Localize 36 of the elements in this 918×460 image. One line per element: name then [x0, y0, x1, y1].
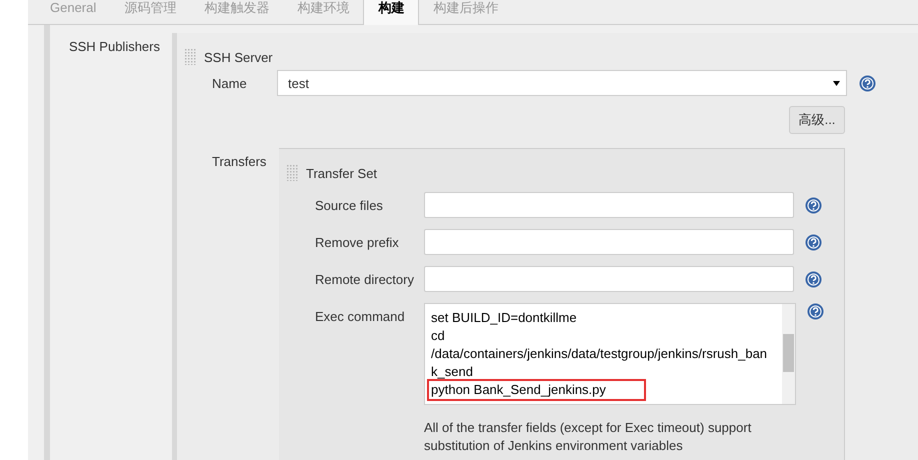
help-icon[interactable]	[805, 234, 822, 250]
input-field[interactable]	[424, 192, 794, 218]
caret-icon	[833, 80, 840, 86]
command-line: python Bank_Send_jenkins.py	[429, 381, 644, 399]
help-icon[interactable]	[805, 196, 822, 214]
command-line: cd	[430, 327, 446, 345]
scrollbar[interactable]	[782, 304, 795, 404]
tab[interactable]: General	[36, 0, 110, 24]
command-line: k_send	[430, 363, 474, 381]
advanced-button[interactable]: 高级...	[789, 106, 845, 134]
tab[interactable]: 构建后操作	[419, 0, 512, 24]
tab[interactable]: 构建环境	[283, 0, 364, 24]
name-label: Name	[212, 76, 248, 90]
help-note: All of the transfer fields (except for Exec timeout) support substitution of Jenkins environment variables	[423, 419, 752, 455]
command-line: /data/containers/jenkins/data/testgroup/jenkins/rsrush_ban	[430, 345, 768, 363]
help-icon[interactable]	[805, 270, 822, 288]
section-label: SSH Publishers	[68, 38, 161, 56]
exec-command-textarea[interactable]: set BUILD_ID=dontkillme cd /data/containers/jenkins/data/testgroup/jenkins/rsrush_ban k_send python Bank_Send_jenkins.py	[424, 303, 796, 405]
help-icon[interactable]	[859, 74, 876, 92]
input-field[interactable]	[424, 229, 794, 255]
transfers-label: Transfers	[212, 153, 268, 171]
input-field[interactable]	[424, 266, 794, 292]
transfer-set-title: Transfer Set	[306, 166, 378, 180]
name-dropdown[interactable]: test	[277, 70, 847, 96]
drag-handle-icon[interactable]	[185, 49, 197, 65]
tab[interactable]: 构建触发器	[190, 0, 284, 24]
command-line: set BUILD_ID=dontkillme	[430, 309, 578, 327]
tab[interactable]: 源码管理	[110, 0, 190, 24]
field-label: Remote directory	[315, 272, 415, 286]
drag-handle-icon[interactable]	[287, 165, 299, 181]
field-label: Exec command	[315, 308, 406, 324]
ssh-server-title: SSH Server	[204, 50, 273, 64]
field-label: Remove prefix	[315, 234, 400, 250]
field-label: Source files	[315, 198, 384, 212]
tab[interactable]: 构建	[363, 0, 420, 25]
help-icon[interactable]	[807, 303, 824, 320]
